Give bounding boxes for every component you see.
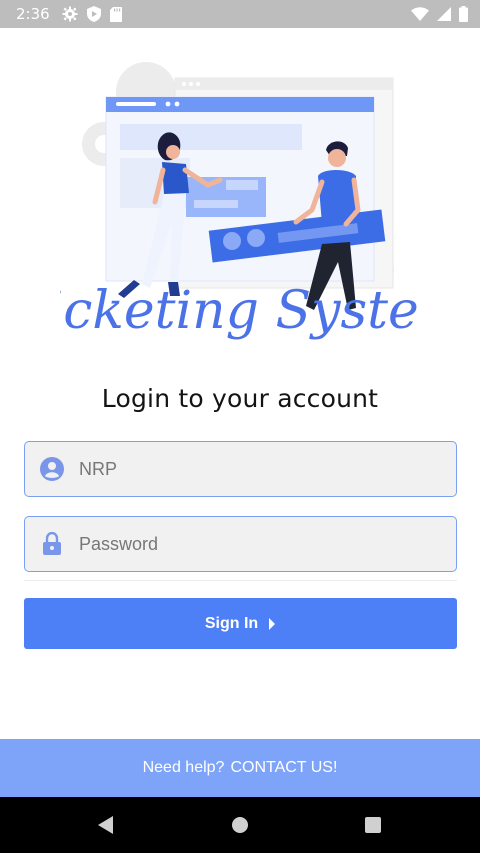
user-icon (39, 456, 65, 482)
home-circle-icon (232, 817, 248, 833)
help-bar: Need help? CONTACT US! (0, 739, 480, 797)
page-title: Login to your account (101, 384, 379, 413)
home-button[interactable] (228, 813, 252, 837)
password-input[interactable] (79, 533, 439, 555)
sign-in-button[interactable]: Sign In (24, 598, 457, 649)
back-triangle-icon (98, 816, 113, 834)
nrp-input[interactable] (79, 458, 439, 480)
logo-text: Ticketing System (60, 281, 420, 341)
signal-icon (437, 7, 451, 21)
shield-icon (86, 6, 101, 22)
contact-us-link[interactable]: CONTACT US! (230, 759, 337, 777)
nrp-field[interactable] (24, 441, 457, 497)
wifi-icon (411, 7, 429, 21)
status-icons-left (62, 6, 122, 22)
recents-button[interactable] (361, 813, 385, 837)
caret-right-icon (268, 617, 276, 630)
status-icons-right (411, 6, 468, 22)
lock-icon (39, 531, 65, 557)
hero-illustration: Ticketing System (12, 52, 468, 362)
sd-card-icon (109, 6, 122, 22)
battery-icon (459, 6, 468, 22)
sign-in-label: Sign In (204, 614, 259, 632)
divider (24, 580, 457, 581)
back-button[interactable] (94, 813, 118, 837)
navigation-bar (0, 797, 480, 853)
status-bar: 2:36 (0, 0, 480, 28)
password-field[interactable] (24, 516, 457, 572)
status-time: 2:36 (16, 5, 50, 23)
gear-icon (62, 6, 78, 22)
recents-square-icon (365, 817, 381, 833)
help-text: Need help? (142, 759, 225, 776)
